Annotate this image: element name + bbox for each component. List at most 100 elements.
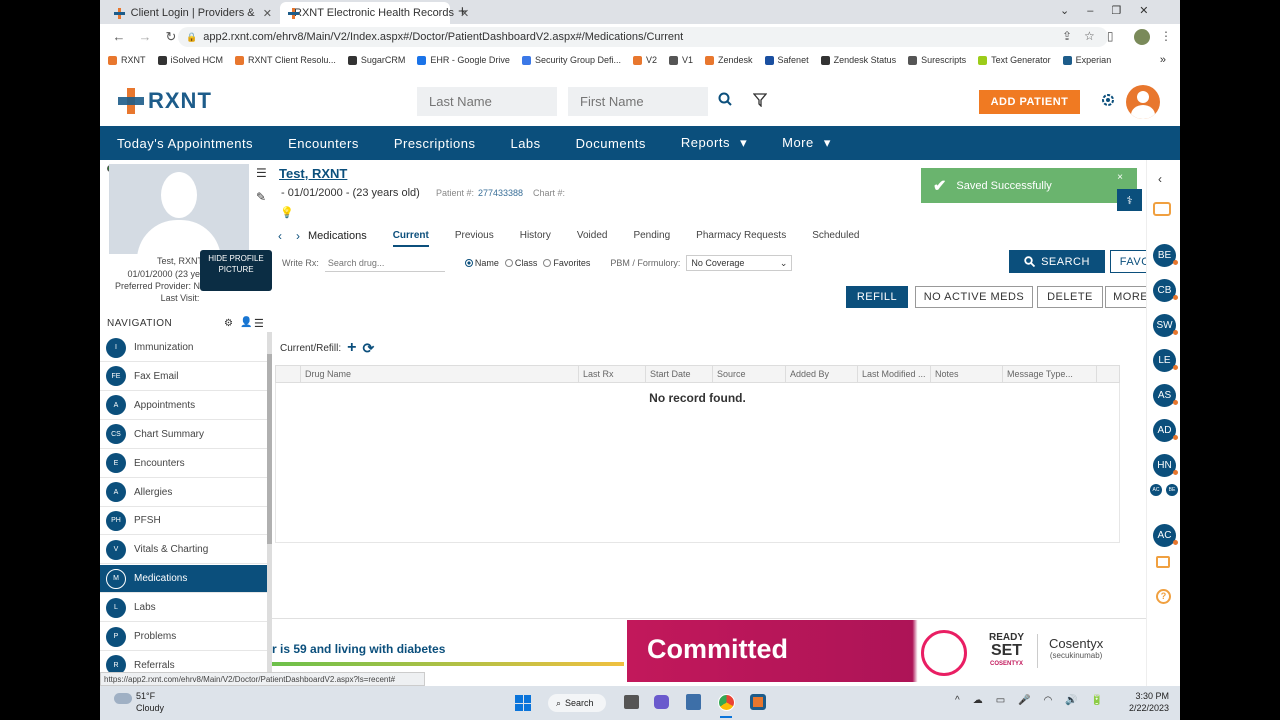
first-name-input[interactable] (568, 87, 708, 116)
bookmark-item[interactable]: V2 (632, 55, 657, 65)
clock-date[interactable]: 2/22/2023 (1117, 703, 1169, 713)
last-name-input[interactable] (417, 87, 557, 116)
snip-icon[interactable] (686, 694, 701, 710)
sidebar-item-medications[interactable]: M Medications (100, 565, 267, 594)
filter-icon[interactable] (752, 93, 768, 108)
bookmark-item[interactable]: V1 (669, 55, 693, 65)
bookmark-item[interactable]: Safenet (764, 55, 809, 65)
nav-encounters[interactable]: Encounters (288, 136, 359, 151)
chevron-left-icon[interactable]: ‹ (278, 229, 282, 243)
column-start-date[interactable]: Start Date (646, 366, 713, 382)
column-source[interactable]: Source (713, 366, 786, 382)
list-view-icon[interactable]: ☰ (254, 317, 264, 330)
column-added-by[interactable]: Added By (786, 366, 858, 382)
bookmark-item[interactable]: RXNT Client Resolu... (235, 55, 336, 65)
tab-pharmacy-requests[interactable]: Pharmacy Requests (696, 226, 786, 247)
rail-user-avatar[interactable]: AC (1153, 524, 1178, 547)
column-drug-name[interactable]: Drug Name (301, 366, 579, 382)
sidebar-item-immunization[interactable]: I Immunization (100, 334, 267, 362)
stethoscope-icon[interactable]: ⚕ (1117, 189, 1142, 211)
ad-banner-right[interactable]: Committed READY SET COSENTYX Cosentyx (s… (627, 620, 1146, 682)
hide-profile-icon[interactable]: 👤 (240, 317, 252, 328)
rail-user-avatar[interactable]: AS (1153, 384, 1178, 407)
tab-pending[interactable]: Pending (633, 226, 670, 247)
bookmark-item[interactable]: Security Group Defi... (521, 55, 621, 65)
rail-user-avatar[interactable]: SW (1153, 314, 1178, 337)
rxnt-logo[interactable]: RXNT (118, 88, 212, 114)
settings-icon[interactable]: ⚙ (224, 318, 233, 329)
refresh-icon[interactable]: ⟳ (362, 340, 374, 357)
weather-temp[interactable]: 51°F (136, 691, 155, 701)
bookmarks-overflow-icon[interactable]: » (1160, 54, 1166, 66)
bookmark-item[interactable]: Text Generator (978, 55, 1051, 65)
user-avatar[interactable] (1126, 85, 1160, 119)
lightbulb-icon[interactable]: 💡 (280, 206, 294, 219)
column-notes[interactable]: Notes (931, 366, 1003, 382)
help-icon[interactable]: ? (1156, 589, 1171, 604)
patient-header-name[interactable]: Test, RXNT (279, 166, 347, 181)
close-icon[interactable]: ✕ (263, 7, 272, 20)
sidebar-item-encounters[interactable]: E Encounters (100, 450, 267, 478)
bookmark-item[interactable]: EHR - Google Drive (417, 55, 510, 65)
rail-user-avatar[interactable]: HN (1153, 454, 1178, 477)
teams-icon[interactable] (654, 695, 669, 709)
tab-rxnt-ehr[interactable]: RXNT Electronic Health Records ✕ (280, 2, 469, 24)
menu-icon[interactable]: ⋮ (1160, 29, 1172, 43)
column-last-rx[interactable]: Last Rx (579, 366, 646, 382)
clock-time[interactable]: 3:30 PM (1117, 691, 1169, 701)
sidebar-item-labs[interactable]: L Labs (100, 594, 267, 623)
weather-desc[interactable]: Cloudy (136, 703, 164, 713)
nav-documents[interactable]: Documents (576, 136, 646, 151)
back-icon[interactable]: ← (108, 29, 130, 45)
rail-user-avatar[interactable]: BE (1153, 244, 1178, 267)
pbm-select[interactable]: No Coverage ⌄ (686, 255, 793, 271)
sidebar-item-appointments[interactable]: A Appointments (100, 392, 267, 420)
radio-name[interactable]: Name (464, 258, 499, 268)
task-view-icon[interactable] (624, 695, 639, 709)
bookmark-item[interactable]: Zendesk Status (820, 55, 896, 65)
system-tray-icons[interactable]: ^☁▭🎤◠🔊🔋 (955, 695, 1116, 706)
bookmark-item[interactable]: RXNT (108, 55, 146, 65)
nav-labs[interactable]: Labs (510, 136, 540, 151)
tab-previous[interactable]: Previous (455, 226, 494, 247)
tab-current[interactable]: Current (392, 226, 429, 247)
new-tab-button[interactable]: + (458, 3, 467, 20)
delete-button[interactable]: DELETE (1037, 286, 1103, 308)
tab-scheduled[interactable]: Scheduled (812, 226, 859, 247)
toast-close-icon[interactable]: × (1117, 172, 1123, 183)
sidebar-item-allergies[interactable]: A Allergies (100, 479, 267, 507)
tab-history[interactable]: History (520, 226, 551, 247)
collapse-chevron-icon[interactable]: ‹ (1158, 172, 1162, 186)
nav-more[interactable]: More ▾ (782, 135, 831, 151)
gear-icon[interactable] (1100, 92, 1116, 108)
search-icon[interactable] (718, 92, 732, 106)
radio-favorites[interactable]: Favorites (543, 258, 590, 268)
bookmark-item[interactable]: Experian (1062, 55, 1111, 65)
chrome-icon[interactable] (718, 694, 735, 711)
windows-start-icon[interactable] (515, 695, 531, 711)
nav-todays-appointments[interactable]: Today's Appointments (117, 136, 253, 151)
chevron-right-icon[interactable]: › (296, 229, 300, 243)
browser-actions[interactable]: ⇪☆▯ (1062, 29, 1125, 43)
radio-class[interactable]: Class (504, 258, 537, 268)
rail-user-avatar[interactable]: LE (1153, 349, 1178, 372)
edit-icon[interactable]: ✎ (256, 190, 266, 204)
sidebar-item-problems[interactable]: P Problems (100, 623, 267, 651)
list-icon[interactable]: ☰ (256, 166, 267, 180)
bookmark-item[interactable]: SugarCRM (347, 55, 405, 65)
search-drug-input[interactable] (324, 254, 445, 272)
window-controls[interactable]: ⌄–❐✕ (1060, 4, 1166, 17)
tab-voided[interactable]: Voided (577, 226, 608, 247)
sidebar-item-fax-email[interactable]: FE Fax Email (100, 363, 267, 391)
message-icon[interactable] (1156, 556, 1170, 568)
forward-icon[interactable]: → (134, 29, 156, 45)
taskbar-search[interactable]: ⌕ Search (548, 694, 606, 712)
sidebar-item-chart-summary[interactable]: CS Chart Summary (100, 421, 267, 449)
nav-reports[interactable]: Reports ▾ (681, 135, 747, 151)
rail-user-avatar[interactable]: BE (1166, 484, 1178, 496)
profile-avatar[interactable] (1134, 29, 1150, 45)
bookmark-item[interactable]: Zendesk (705, 55, 753, 65)
rail-user-avatar[interactable]: AC (1150, 484, 1162, 496)
search-button[interactable]: SEARCH (1009, 250, 1105, 273)
bookmark-item[interactable]: iSolved HCM (157, 55, 223, 65)
